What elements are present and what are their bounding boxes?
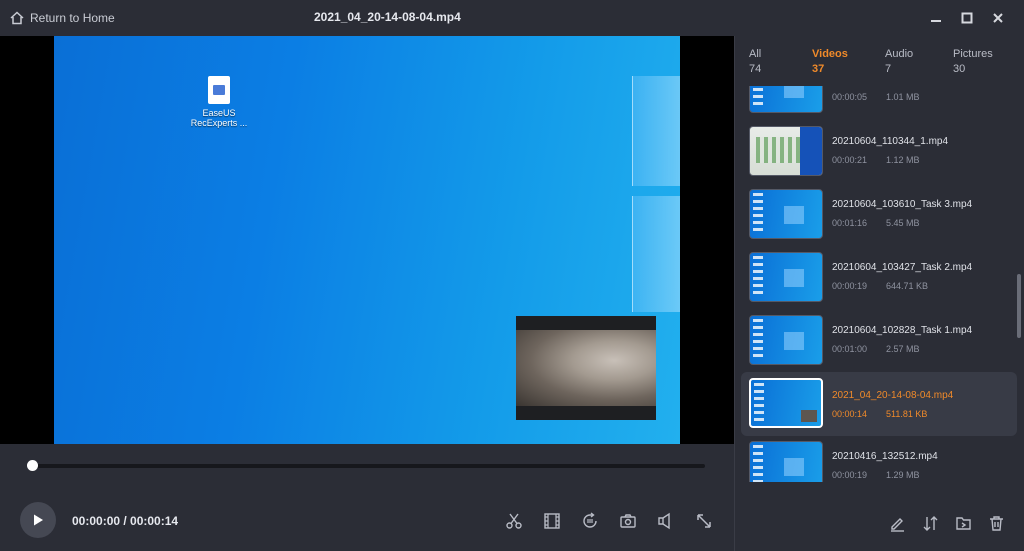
item-duration: 00:00:21	[832, 155, 868, 165]
close-icon	[993, 13, 1003, 23]
item-name: 20210604_103427_Task 2.mp4	[832, 262, 973, 273]
video-viewport[interactable]: EaseUS RecExperts ...	[0, 36, 734, 444]
extract-frames-button[interactable]	[541, 510, 563, 532]
item-size: 1.01 MB	[886, 92, 920, 102]
item-name: 20210604_103610_Task 3.mp4	[832, 199, 973, 210]
return-home-label: Return to Home	[30, 11, 115, 25]
fullscreen-button[interactable]	[693, 510, 715, 532]
desktop-shortcut: EaseUS RecExperts ...	[184, 76, 254, 128]
play-icon	[34, 514, 43, 526]
rotate-icon	[583, 512, 597, 528]
tab-count: 74	[749, 63, 762, 75]
list-item[interactable]: 00:00:05 1.01 MB	[741, 86, 1017, 118]
item-name: 20210604_110344_1.mp4	[832, 136, 949, 147]
maximize-icon	[961, 12, 973, 24]
open-folder-icon	[955, 516, 971, 530]
timeline-handle[interactable]	[27, 460, 38, 471]
video-thumbnail	[749, 86, 823, 113]
item-size: 644.71 KB	[886, 281, 929, 291]
delete-icon	[989, 515, 1003, 531]
rename-button[interactable]	[886, 512, 908, 534]
windows-logo-pane	[632, 196, 680, 312]
list-item-selected[interactable]: 2021_04_20-14-08-04.mp4 00:00:14 511.81 …	[741, 372, 1017, 436]
timeline-slider[interactable]	[27, 460, 705, 471]
webcam-overlay	[516, 316, 656, 420]
play-button[interactable]	[20, 502, 56, 538]
delete-button[interactable]	[985, 512, 1007, 534]
media-tabs: All 74 Videos 37 Audio 7 Pictures 30	[735, 36, 1024, 86]
return-home-button[interactable]: Return to Home	[10, 9, 115, 27]
list-item[interactable]: 20210604_102828_Task 1.mp4 00:01:00 2.57…	[741, 310, 1017, 370]
item-duration: 00:00:19	[832, 281, 868, 291]
file-title: 2021_04_20-14-08-04.mp4	[314, 10, 461, 24]
tab-count: 7	[885, 63, 892, 75]
list-scrollbar[interactable]	[1017, 274, 1021, 338]
item-duration: 00:00:19	[832, 470, 868, 480]
media-list[interactable]: 00:00:05 1.01 MB 20210604_110344_1.mp4 0…	[735, 86, 1024, 482]
extract-frames-icon	[544, 513, 560, 529]
item-name: 2021_04_20-14-08-04.mp4	[832, 390, 954, 401]
screenshot-button[interactable]	[617, 510, 639, 532]
rename-icon	[890, 517, 904, 532]
tab-count: 30	[953, 63, 966, 75]
fullscreen-icon	[697, 514, 711, 528]
player-window: Return to Home 2021_04_20-14-08-04.mp4 E…	[0, 0, 1024, 551]
volume-icon	[658, 512, 670, 530]
open-folder-button[interactable]	[952, 512, 974, 534]
trim-button[interactable]	[503, 510, 525, 532]
tab-label: Audio	[885, 48, 914, 60]
item-duration: 00:00:05	[832, 92, 868, 102]
compare-button[interactable]	[919, 512, 941, 534]
maximize-button[interactable]	[957, 8, 977, 28]
media-library-panel: All 74 Videos 37 Audio 7 Pictures 30 00:…	[734, 36, 1024, 551]
home-icon	[10, 11, 24, 25]
item-size: 1.29 MB	[886, 470, 920, 480]
video-thumbnail	[749, 252, 823, 302]
list-item[interactable]: 20210604_110344_1.mp4 00:00:21 1.12 MB	[741, 121, 1017, 181]
tab-videos[interactable]: Videos 37	[812, 48, 848, 75]
screenshot-icon	[620, 514, 636, 528]
tab-pictures[interactable]: Pictures 30	[953, 48, 993, 75]
tab-label: Videos	[812, 48, 848, 60]
item-size: 1.12 MB	[886, 155, 920, 165]
windows-logo-pane	[632, 76, 680, 186]
list-item[interactable]: 20210416_132512.mp4 00:00:19 1.29 MB	[741, 436, 1017, 482]
item-size: 511.81 KB	[886, 409, 928, 419]
video-thumbnail	[749, 126, 823, 176]
tab-label: All	[749, 48, 762, 60]
tab-label: Pictures	[953, 48, 993, 60]
rotate-button[interactable]	[579, 510, 601, 532]
list-item[interactable]: 20210604_103610_Task 3.mp4 00:01:16 5.45…	[741, 184, 1017, 244]
minimize-icon	[931, 20, 941, 22]
trim-icon	[506, 513, 522, 529]
desktop-shortcut-label: EaseUS RecExperts ...	[190, 108, 248, 128]
video-thumbnail	[749, 378, 823, 428]
video-thumbnail	[749, 189, 823, 239]
item-duration: 00:01:16	[832, 218, 868, 228]
app-file-icon	[208, 76, 230, 104]
title-bar: Return to Home 2021_04_20-14-08-04.mp4	[0, 0, 1024, 36]
tab-count: 37	[812, 63, 825, 75]
list-item[interactable]: 20210604_103427_Task 2.mp4 00:00:19 644.…	[741, 247, 1017, 307]
item-duration: 00:00:14	[832, 409, 868, 419]
item-name: 20210604_102828_Task 1.mp4	[832, 325, 973, 336]
webcam-feed	[516, 330, 656, 406]
item-name: 20210416_132512.mp4	[832, 451, 938, 462]
tab-all[interactable]: All 74	[749, 48, 761, 75]
time-display: 00:00:00 / 00:00:14	[72, 514, 179, 528]
video-thumbnail	[749, 315, 823, 365]
volume-button[interactable]	[655, 510, 677, 532]
minimize-button[interactable]	[926, 8, 946, 28]
video-frame: EaseUS RecExperts ...	[54, 36, 680, 444]
tab-audio[interactable]: Audio 7	[885, 48, 913, 75]
compare-icon	[923, 515, 937, 531]
close-button[interactable]	[988, 8, 1008, 28]
item-size: 5.45 MB	[886, 218, 920, 228]
video-thumbnail	[749, 441, 823, 482]
item-size: 2.57 MB	[886, 344, 920, 354]
item-duration: 00:01:00	[832, 344, 868, 354]
